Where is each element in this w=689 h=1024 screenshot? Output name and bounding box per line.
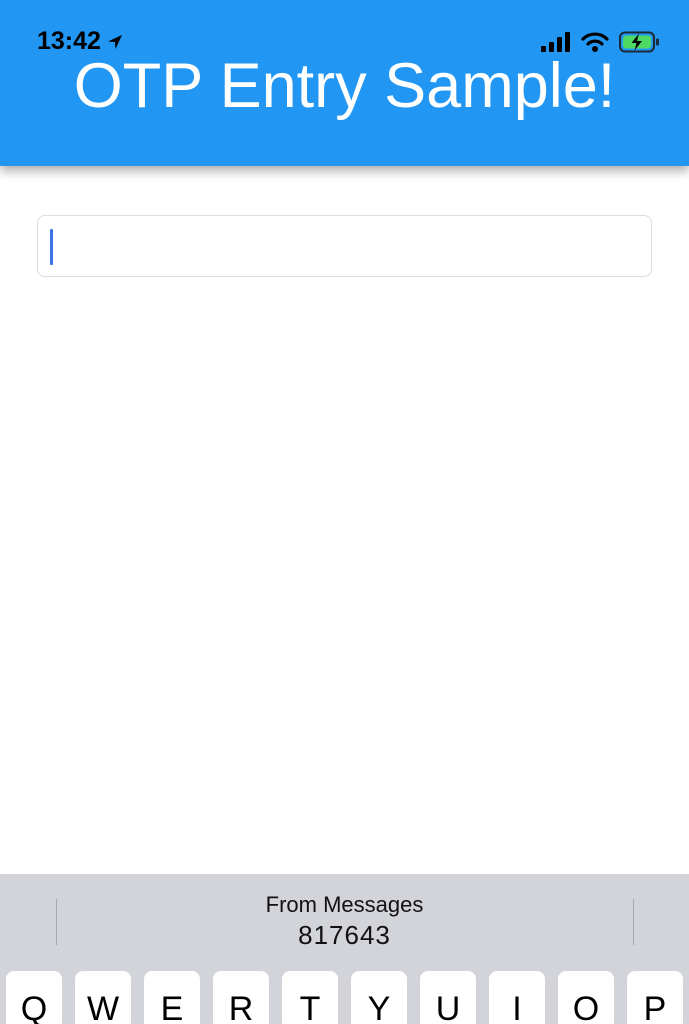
quicktype-divider bbox=[56, 899, 57, 945]
key-r[interactable]: R bbox=[213, 971, 269, 1024]
otp-suggestion[interactable]: From Messages 817643 bbox=[100, 891, 589, 953]
location-arrow-icon bbox=[107, 34, 122, 49]
suggestion-caption: From Messages bbox=[265, 892, 424, 917]
text-caret bbox=[50, 229, 53, 265]
key-i[interactable]: I bbox=[489, 971, 545, 1024]
suggestion-code: 817643 bbox=[298, 920, 391, 950]
key-u[interactable]: U bbox=[420, 971, 476, 1024]
keyboard-row: Q W E R T Y U I O P bbox=[0, 971, 689, 1024]
quicktype-divider bbox=[633, 899, 634, 945]
signal-icon bbox=[541, 32, 570, 52]
key-e[interactable]: E bbox=[144, 971, 200, 1024]
app-header: 13:42 OTP Entry Sample! bbox=[0, 0, 689, 166]
key-q[interactable]: Q bbox=[6, 971, 62, 1024]
key-w[interactable]: W bbox=[75, 971, 131, 1024]
key-o[interactable]: O bbox=[558, 971, 614, 1024]
page-title: OTP Entry Sample! bbox=[73, 51, 616, 121]
otp-input[interactable] bbox=[37, 215, 652, 277]
key-p[interactable]: P bbox=[627, 971, 683, 1024]
key-y[interactable]: Y bbox=[351, 971, 407, 1024]
key-t[interactable]: T bbox=[282, 971, 338, 1024]
